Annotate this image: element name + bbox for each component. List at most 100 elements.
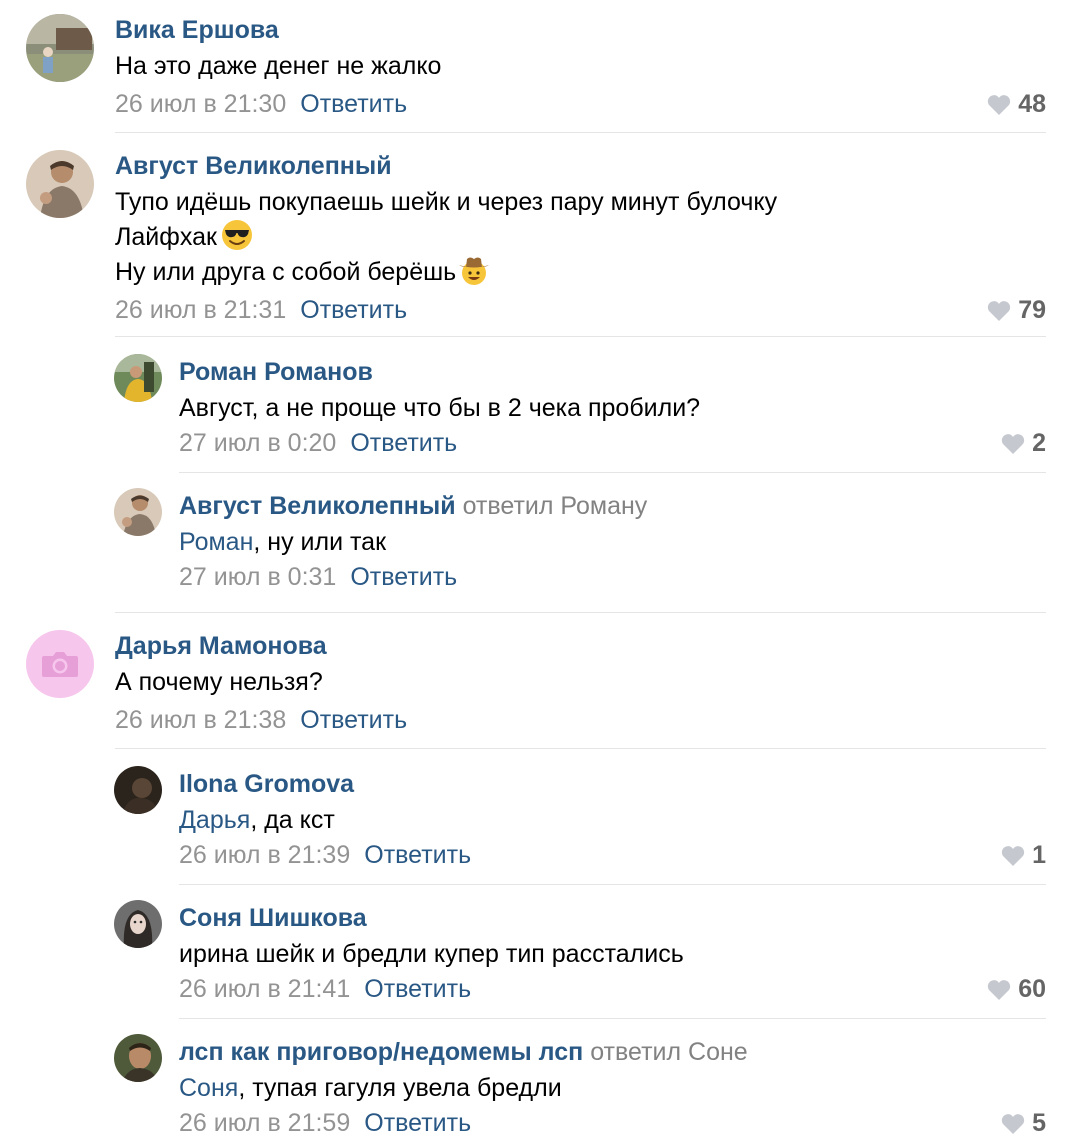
author-line: Август Великолепный bbox=[115, 148, 1046, 184]
comment-text-line: На это даже денег не жалко bbox=[115, 52, 442, 80]
heart-icon bbox=[988, 979, 1011, 1000]
mention-link[interactable]: Соня bbox=[179, 1074, 238, 1102]
replied-to[interactable]: ответил Роману bbox=[463, 492, 648, 520]
comment-date[interactable]: 27 июл в 0:31 bbox=[179, 563, 336, 591]
comment-meta: 27 июл в 0:20 Ответить 2 bbox=[179, 425, 1046, 461]
comment-meta: 26 июл в 21:31 Ответить 79 bbox=[115, 292, 1046, 328]
heart-icon bbox=[988, 94, 1011, 115]
author-line: Соня Шишкова bbox=[179, 900, 1046, 936]
comment-body: Ilona Gromova Дарья, да кст 26 июл в 21:… bbox=[179, 766, 1046, 873]
divider bbox=[179, 472, 1046, 473]
author-name[interactable]: Август Великолепный bbox=[179, 492, 456, 520]
comment-text: Тупо идёшь покупаешь шейк и через пару м… bbox=[115, 185, 1046, 289]
reply-button[interactable]: Ответить bbox=[300, 90, 407, 118]
like-button[interactable]: 60 bbox=[987, 971, 1046, 1007]
like-button[interactable]: 1 bbox=[1001, 837, 1046, 873]
comment-text: Дарья, да кст bbox=[179, 803, 1046, 837]
comment-meta: 27 июл в 0:31 Ответить bbox=[179, 559, 1046, 595]
author-line: Август Великолепный ответил Роману bbox=[179, 488, 1046, 524]
comment-date[interactable]: 26 июл в 21:41 bbox=[179, 975, 350, 1003]
avatar[interactable] bbox=[114, 766, 162, 814]
comment-date[interactable]: 27 июл в 0:20 bbox=[179, 429, 336, 457]
comment-date[interactable]: 26 июл в 21:30 bbox=[115, 90, 286, 118]
comment-text-line: ирина шейк и бредли купер тип расстались bbox=[179, 940, 684, 968]
comment-body: лсп как приговор/недомемы лсп ответил Со… bbox=[179, 1034, 1046, 1141]
reply-button[interactable]: Ответить bbox=[300, 706, 407, 734]
comment-date[interactable]: 26 июл в 21:31 bbox=[115, 296, 286, 324]
comment-text-line: Ну или друга с собой берёшь bbox=[115, 254, 1046, 289]
comment-text-line: А почему нельзя? bbox=[115, 668, 323, 696]
avatar[interactable] bbox=[26, 630, 94, 698]
author-name[interactable]: Ilona Gromova bbox=[179, 770, 354, 798]
comment-text: Роман, ну или так bbox=[179, 525, 1046, 559]
reply-button[interactable]: Ответить bbox=[364, 975, 471, 1003]
author-name[interactable]: Роман Романов bbox=[179, 358, 373, 386]
mention-link[interactable]: Дарья bbox=[179, 806, 250, 834]
like-count: 5 bbox=[1032, 1109, 1046, 1137]
replied-to[interactable]: ответил Соне bbox=[590, 1038, 748, 1066]
like-count: 2 bbox=[1032, 429, 1046, 457]
reply-button[interactable]: Ответить bbox=[364, 1109, 471, 1137]
author-name[interactable]: Соня Шишкова bbox=[179, 904, 367, 932]
comment-body: Август Великолепный ответил Роману Роман… bbox=[179, 488, 1046, 595]
author-name[interactable]: Вика Ершова bbox=[115, 16, 279, 44]
comment-text: А почему нельзя? bbox=[115, 665, 1046, 699]
comment-text: Август, а не проще что бы в 2 чека проби… bbox=[179, 391, 1046, 425]
comment-text: Соня, тупая гагуля увела бредли bbox=[179, 1071, 1046, 1105]
comment-text: ирина шейк и бредли купер тип расстались bbox=[179, 937, 1046, 971]
author-name[interactable]: Дарья Мамонова bbox=[115, 632, 327, 660]
heart-icon bbox=[1001, 1113, 1025, 1134]
mention-link[interactable]: Роман bbox=[179, 528, 253, 556]
divider bbox=[115, 748, 1046, 749]
comment-meta: 26 июл в 21:41 Ответить 60 bbox=[179, 971, 1046, 1007]
comment-text: На это даже денег не жалко bbox=[115, 49, 1046, 83]
comment-text-rest: , тупая гагуля увела бредли bbox=[238, 1074, 562, 1102]
comment-meta: 26 июл в 21:39 Ответить 1 bbox=[179, 837, 1046, 873]
avatar[interactable] bbox=[114, 900, 162, 948]
author-name[interactable]: лсп как приговор/недомемы лсп bbox=[179, 1038, 583, 1066]
comment-text-line: Август, а не проще что бы в 2 чека проби… bbox=[179, 394, 701, 422]
divider bbox=[179, 884, 1046, 885]
like-count: 1 bbox=[1032, 841, 1046, 869]
comment-text-line: Лайфхак bbox=[115, 219, 1046, 254]
reply-button[interactable]: Ответить bbox=[364, 841, 471, 869]
divider bbox=[115, 132, 1046, 133]
reply-button[interactable]: Ответить bbox=[350, 429, 457, 457]
comment-body: Роман Романов Август, а не проще что бы … bbox=[179, 354, 1046, 461]
avatar[interactable] bbox=[114, 1034, 162, 1082]
like-button[interactable]: 2 bbox=[1001, 425, 1046, 461]
like-button[interactable]: 48 bbox=[987, 86, 1046, 122]
like-button[interactable]: 5 bbox=[1001, 1105, 1046, 1141]
like-count: 60 bbox=[1018, 975, 1046, 1003]
reply-button[interactable]: Ответить bbox=[350, 563, 457, 591]
divider bbox=[115, 336, 1046, 337]
avatar[interactable] bbox=[26, 150, 94, 218]
comment-body: Вика Ершова На это даже денег не жалко 2… bbox=[115, 12, 1046, 122]
comment-text-line: Тупо идёшь покупаешь шейк и через пару м… bbox=[115, 188, 778, 216]
avatar[interactable] bbox=[26, 14, 94, 82]
author-line: Дарья Мамонова bbox=[115, 628, 1046, 664]
comment-date[interactable]: 26 июл в 21:59 bbox=[179, 1109, 350, 1137]
author-line: Роман Романов bbox=[179, 354, 1046, 390]
comment-meta: 26 июл в 21:30 Ответить 48 bbox=[115, 86, 1046, 122]
comment-meta: 26 июл в 21:59 Ответить 5 bbox=[179, 1105, 1046, 1141]
comment-meta: 26 июл в 21:38 Ответить bbox=[115, 702, 1046, 738]
comment-body: Дарья Мамонова А почему нельзя? 26 июл в… bbox=[115, 628, 1046, 738]
divider bbox=[115, 612, 1046, 613]
comment-date[interactable]: 26 июл в 21:39 bbox=[179, 841, 350, 869]
cowboy-hat-face-emoji bbox=[459, 257, 490, 285]
divider bbox=[179, 1018, 1046, 1019]
like-count: 48 bbox=[1018, 90, 1046, 118]
author-line: Ilona Gromova bbox=[179, 766, 1046, 802]
avatar[interactable] bbox=[114, 354, 162, 402]
comment-date[interactable]: 26 июл в 21:38 bbox=[115, 706, 286, 734]
author-name[interactable]: Август Великолепный bbox=[115, 152, 392, 180]
avatar[interactable] bbox=[114, 488, 162, 536]
comment-body: Соня Шишкова ирина шейк и бредли купер т… bbox=[179, 900, 1046, 1007]
heart-icon bbox=[1001, 845, 1025, 866]
comment-body: Август Великолепный Тупо идёшь покупаешь… bbox=[115, 148, 1046, 328]
like-button[interactable]: 79 bbox=[987, 292, 1046, 328]
heart-icon bbox=[1001, 433, 1025, 454]
like-count: 79 bbox=[1018, 296, 1046, 324]
reply-button[interactable]: Ответить bbox=[300, 296, 407, 324]
